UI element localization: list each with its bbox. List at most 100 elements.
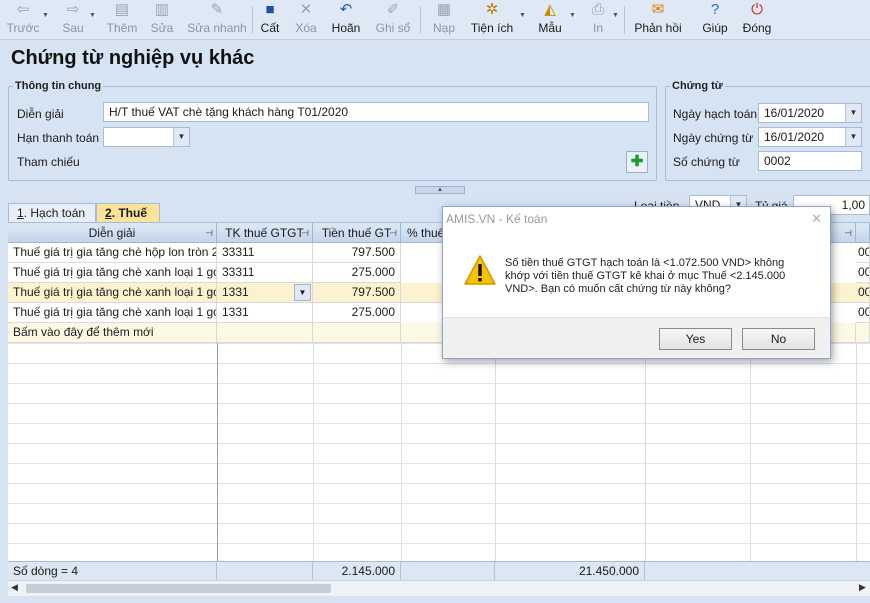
cell-extra[interactable]: 00: [856, 303, 870, 323]
cell-extra[interactable]: 00: [856, 263, 870, 283]
cell-extra[interactable]: 00: [856, 283, 870, 303]
column-header-description[interactable]: Diễn giải ⊣: [8, 223, 217, 243]
undo-icon: ↶: [339, 1, 353, 18]
close-power-icon: ⏻: [751, 1, 763, 18]
voucher-no-label: Số chứng từ: [673, 155, 740, 169]
tab-accounting[interactable]: 1. Hạch toán: [8, 203, 96, 223]
add-new-row-text[interactable]: Bấm vào đây để thêm mới: [8, 323, 217, 343]
delete-icon: ✕: [299, 1, 313, 18]
toolbar: ⇦ Trước ▼ ⇨ Sau ▼ ▤ Thêm ▥ Sửa ✎ Sửa nha…: [0, 0, 870, 40]
delete-button[interactable]: ✕ Xóa: [292, 0, 320, 40]
toolbar-separator: [624, 6, 625, 34]
chevron-down-icon[interactable]: ▼: [173, 128, 189, 146]
help-icon: ?: [710, 1, 720, 18]
cell-description[interactable]: Thuế giá trị gia tăng chè xanh loại 1 gó…: [8, 283, 217, 303]
scroll-right-icon[interactable]: ▶: [859, 582, 866, 593]
add-button[interactable]: ▤ Thêm: [104, 0, 140, 40]
edit-button[interactable]: ▥ Sửa: [146, 0, 178, 40]
cell-tax-amount[interactable]: 797.500: [313, 243, 401, 263]
total-other-amount: 21.450.000: [495, 562, 645, 581]
posting-date-input[interactable]: 16/01/2020 ▼: [758, 103, 862, 123]
chevron-down-icon[interactable]: ▼: [845, 104, 861, 122]
undo-button[interactable]: ↶ Hoãn: [328, 0, 364, 40]
cell-vat-account[interactable]: 1331: [217, 303, 313, 323]
chevron-up-icon: ▲: [437, 187, 443, 193]
scrollbar-thumb[interactable]: [26, 584, 331, 593]
utilities-icon: ✲: [485, 1, 499, 18]
print-icon: ⎙: [591, 1, 604, 18]
cell-empty: [313, 323, 401, 343]
chevron-down-icon[interactable]: ▼: [519, 12, 526, 19]
column-header-vat-account[interactable]: TK thuế GTGT ⊣: [217, 223, 313, 243]
payment-term-input[interactable]: ▼: [103, 127, 190, 147]
previous-button[interactable]: ⇦ Trước: [4, 0, 42, 40]
reload-icon: ▦: [436, 1, 452, 18]
column-header-extra[interactable]: ⊣: [830, 223, 856, 243]
arrow-right-icon: ⇨: [66, 1, 80, 18]
no-button[interactable]: No: [742, 328, 815, 350]
dialog-message: Số tiền thuế GTGT hạch toán là <1.072.50…: [505, 257, 786, 295]
description-input[interactable]: H/T thuế VAT chè tặng khách hàng T01/202…: [103, 102, 649, 122]
post-ledger-button[interactable]: ✐ Ghi sổ: [372, 0, 414, 40]
posting-date-label: Ngày hạch toán: [673, 107, 758, 121]
dialog-title: AMIS.VN - Kế toán: [446, 212, 548, 226]
chevron-down-icon[interactable]: ▼: [42, 12, 49, 19]
grid-divider: [856, 343, 857, 563]
chevron-down-icon[interactable]: ▼: [89, 12, 96, 19]
voucher-date-input[interactable]: 16/01/2020 ▼: [758, 127, 862, 147]
yes-button[interactable]: Yes: [659, 328, 732, 350]
cell-tax-amount[interactable]: 275.000: [313, 263, 401, 283]
quick-edit-icon: ✎: [210, 1, 224, 18]
cell-description[interactable]: Thuế giá trị gia tăng chè xanh loại 1 gó…: [8, 263, 217, 283]
chevron-down-icon[interactable]: ▼: [845, 128, 861, 146]
edit-icon: ▥: [154, 1, 170, 18]
page-title: Chứng từ nghiệp vụ khác: [11, 47, 255, 69]
template-button[interactable]: ◭ Mẫu: [534, 0, 566, 40]
grid-footer: Số dòng = 4 2.145.000 21.450.000: [8, 561, 870, 581]
save-icon: ■: [265, 1, 275, 18]
cell-vat-account[interactable]: 1331 ▼: [217, 283, 313, 303]
total-tax-amount: 2.145.000: [313, 562, 401, 581]
chevron-down-icon[interactable]: ▼: [569, 12, 576, 19]
pin-icon[interactable]: ⊣: [844, 223, 852, 242]
column-header-extra[interactable]: [856, 223, 870, 243]
pin-icon[interactable]: ⊣: [301, 223, 309, 242]
close-button[interactable]: ⏻ Đóng: [740, 0, 774, 40]
toolbar-separator: [252, 6, 253, 34]
column-header-tax-amount[interactable]: Tiền thuế GT ⊣: [313, 223, 401, 243]
reload-button[interactable]: ▦ Nạp: [428, 0, 460, 40]
chevron-down-icon[interactable]: ▼: [612, 12, 619, 19]
footer-empty: [217, 562, 313, 581]
chevron-down-icon[interactable]: ▼: [294, 284, 311, 301]
horizontal-scrollbar[interactable]: ◀ ▶: [8, 580, 870, 596]
next-button[interactable]: ⇨ Sau: [56, 0, 90, 40]
add-reference-button[interactable]: ✚: [626, 151, 648, 173]
cell-empty: [217, 323, 313, 343]
print-button[interactable]: ⎙ In: [584, 0, 612, 40]
save-button[interactable]: ■ Cất: [256, 0, 284, 40]
cell-description[interactable]: Thuế giá trị gia tăng chè hộp lon tròn 2…: [8, 243, 217, 263]
help-button[interactable]: ? Giúp: [700, 0, 730, 40]
cell-tax-amount[interactable]: 275.000: [313, 303, 401, 323]
voucher-no-input[interactable]: 0002: [758, 151, 862, 171]
cell-tax-amount[interactable]: 797.500: [313, 283, 401, 303]
cell-vat-account[interactable]: 33311: [217, 263, 313, 283]
quick-edit-button[interactable]: ✎ Sửa nhanh: [186, 0, 248, 40]
tab-tax[interactable]: 2. Thuế: [96, 203, 160, 223]
dialog-button-bar: Yes No: [443, 317, 830, 358]
plus-icon: ✚: [630, 153, 644, 170]
cell-description[interactable]: Thuế giá trị gia tăng chè xanh loại 1 gó…: [8, 303, 217, 323]
pin-icon[interactable]: ⊣: [205, 223, 213, 242]
post-ledger-icon: ✐: [386, 1, 400, 18]
pin-icon[interactable]: ⊣: [389, 223, 397, 242]
scroll-left-icon[interactable]: ◀: [11, 582, 18, 593]
voucher-title: Chứng từ: [670, 80, 725, 92]
feedback-button[interactable]: ✉ Phản hồi: [632, 0, 684, 40]
close-icon[interactable]: ✕: [811, 211, 822, 227]
cell-extra[interactable]: 00: [856, 243, 870, 263]
grid-divider: [401, 343, 402, 563]
utilities-button[interactable]: ✲ Tiện ích: [468, 0, 516, 40]
collapse-splitter[interactable]: ▲: [415, 186, 465, 194]
cell-vat-account[interactable]: 33311: [217, 243, 313, 263]
feedback-mail-icon: ✉: [651, 1, 665, 18]
